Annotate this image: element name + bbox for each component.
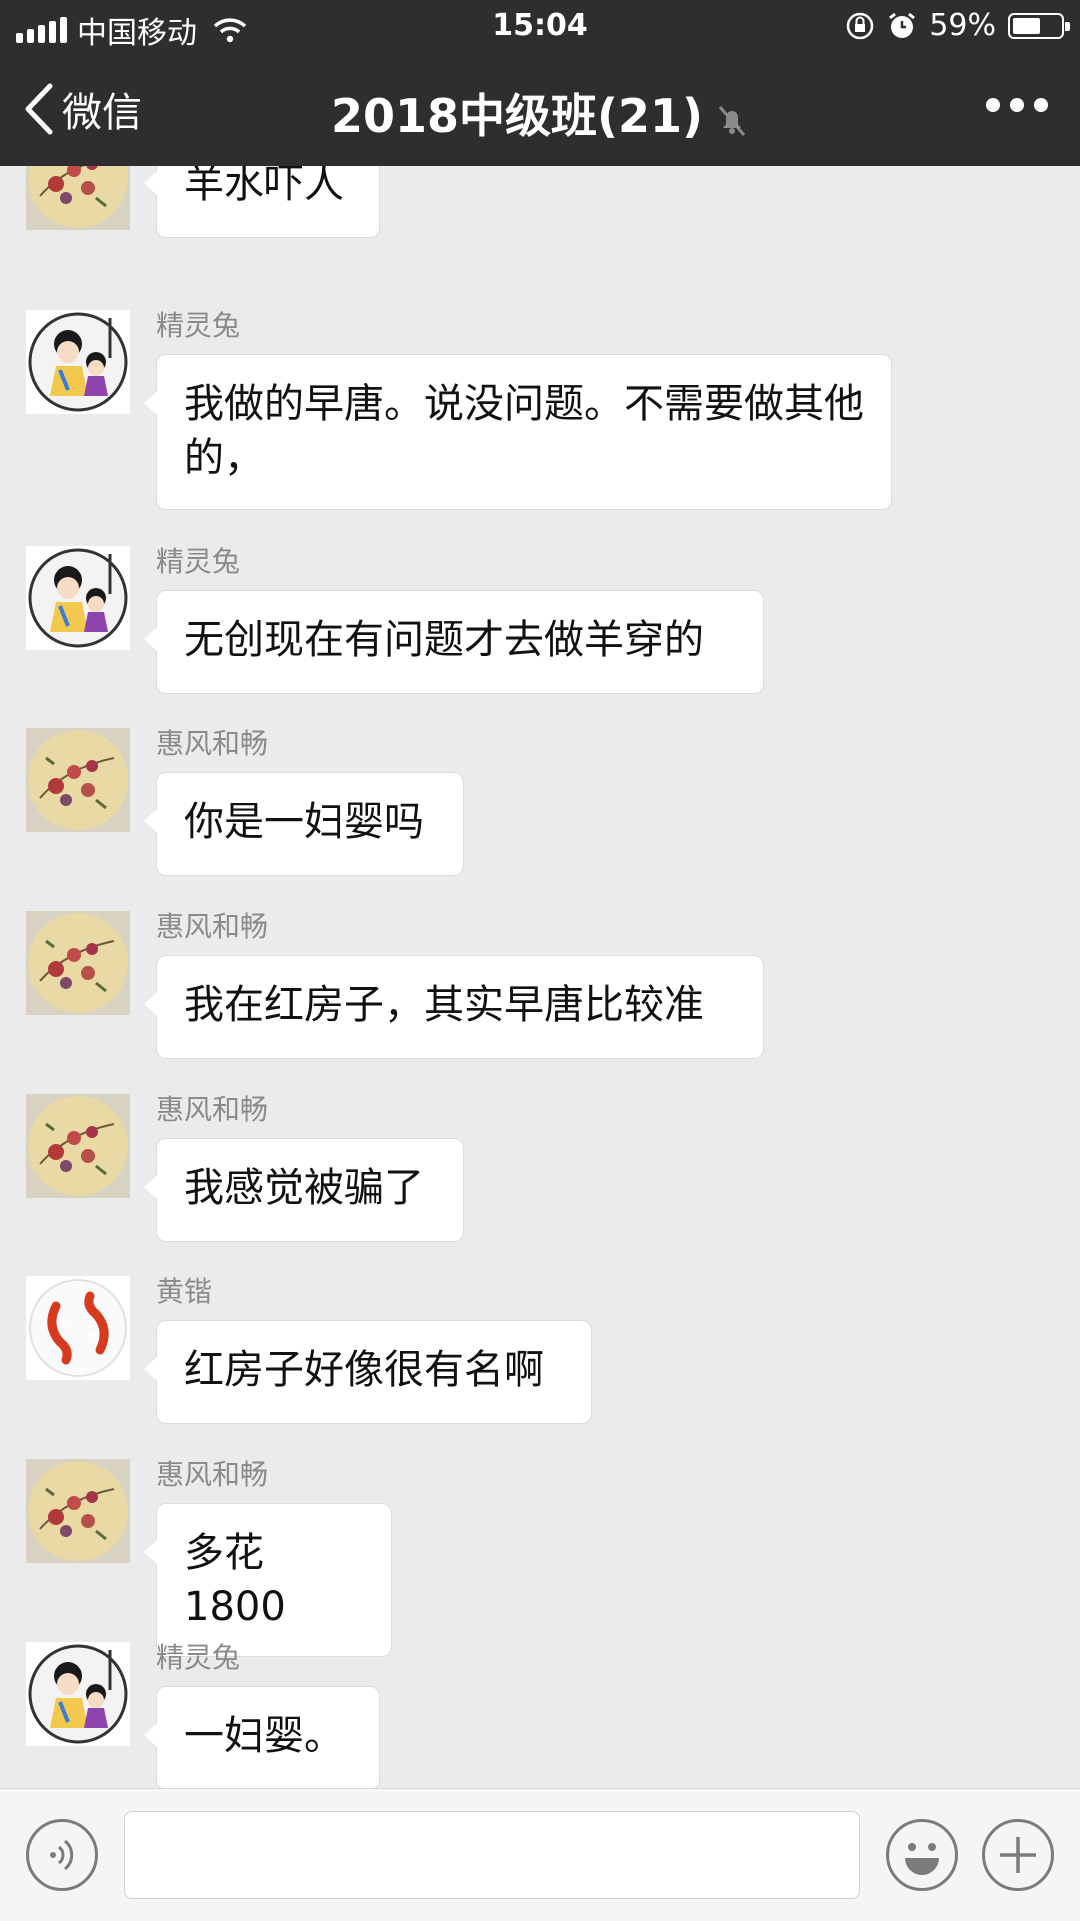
message-list[interactable]: 羊水吓人 精灵兔 我做的早唐。说没问题。不需要做其他的， 精灵兔 无创现在有问题才去… bbox=[0, 166, 1080, 1788]
alarm-icon bbox=[889, 12, 916, 38]
sender-name: 精灵兔 bbox=[156, 1641, 241, 1674]
battery-icon bbox=[1008, 12, 1070, 39]
message-bubble[interactable]: 红房子好像很有名啊 bbox=[144, 1320, 592, 1424]
message-bubble[interactable]: 我感觉被骗了 bbox=[144, 1138, 464, 1242]
dot-icon bbox=[986, 98, 1000, 112]
message-input[interactable] bbox=[124, 1811, 860, 1899]
avatar[interactable] bbox=[26, 1094, 130, 1198]
sender-name: 精灵兔 bbox=[156, 545, 241, 578]
nav-bar: 微信 2018中级班(21) bbox=[0, 52, 1080, 166]
dot-icon bbox=[1034, 98, 1048, 112]
emoji-button[interactable] bbox=[886, 1819, 958, 1891]
sender-name: 黄锴 bbox=[156, 1275, 213, 1308]
sender-name: 惠风和畅 bbox=[156, 1458, 269, 1491]
avatar[interactable] bbox=[26, 546, 130, 650]
avatar[interactable] bbox=[26, 166, 130, 230]
status-bar: 中国移动 15:04 59% bbox=[0, 0, 1080, 52]
message-bubble[interactable]: 无创现在有问题才去做羊穿的 bbox=[144, 590, 764, 694]
more-actions-button[interactable] bbox=[982, 1819, 1054, 1891]
avatar[interactable] bbox=[26, 1276, 130, 1380]
sender-name: 精灵兔 bbox=[156, 309, 241, 342]
dot-icon bbox=[1010, 98, 1024, 112]
voice-button[interactable] bbox=[26, 1819, 98, 1891]
message-bubble[interactable]: 一妇婴。 bbox=[144, 1686, 380, 1788]
avatar[interactable] bbox=[26, 911, 130, 1015]
battery-percent: 59% bbox=[929, 8, 996, 43]
message-bubble[interactable]: 我在红房子，其实早唐比较准 bbox=[144, 955, 764, 1059]
avatar[interactable] bbox=[26, 1642, 130, 1746]
orientation-lock-icon bbox=[847, 12, 874, 39]
message-bubble[interactable]: 我做的早唐。说没问题。不需要做其他的， bbox=[144, 354, 892, 510]
input-bar bbox=[0, 1788, 1080, 1921]
chat-title-text: 2018中级班(21) bbox=[330, 89, 704, 143]
voice-icon bbox=[50, 1839, 74, 1871]
message-bubble[interactable]: 你是一妇婴吗 bbox=[144, 772, 464, 876]
sender-name: 惠风和畅 bbox=[156, 727, 269, 760]
avatar[interactable] bbox=[26, 1459, 130, 1563]
plus-icon bbox=[1000, 1837, 1036, 1873]
message-bubble[interactable]: 羊水吓人 bbox=[144, 166, 380, 238]
chat-title: 2018中级班(21) bbox=[0, 80, 1080, 146]
sender-name: 惠风和畅 bbox=[156, 1093, 269, 1126]
more-options-button[interactable] bbox=[986, 98, 1048, 112]
smiley-icon bbox=[905, 1843, 939, 1875]
avatar[interactable] bbox=[26, 728, 130, 832]
mute-bell-icon bbox=[718, 105, 746, 136]
message-bubble[interactable]: 多花1800 bbox=[144, 1503, 392, 1657]
sender-name: 惠风和畅 bbox=[156, 910, 269, 943]
avatar[interactable] bbox=[26, 310, 130, 414]
